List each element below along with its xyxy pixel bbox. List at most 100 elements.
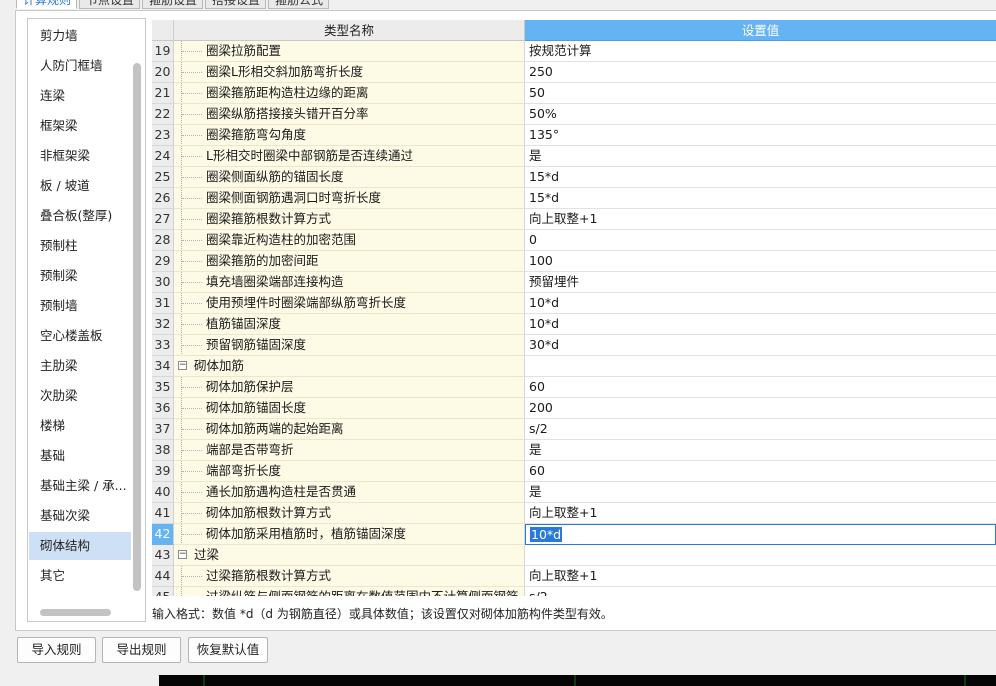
import-rules-button[interactable]: 导入规则 xyxy=(17,637,96,663)
table-row[interactable]: 44 过梁箍筋根数计算方式 向上取整+1 xyxy=(152,566,996,587)
sidebar-vertical-scrollbar[interactable] xyxy=(133,63,141,591)
collapse-toggle-icon[interactable]: − xyxy=(178,361,187,370)
table-row[interactable]: 25 圈梁侧面纵筋的锚固长度 15*d xyxy=(152,167,996,188)
sidebar-item[interactable]: 基础主梁 / 承... xyxy=(29,472,131,500)
setting-value-cell[interactable] xyxy=(525,356,996,377)
table-row[interactable]: 20 圈梁L形相交斜加筋弯折长度 250 xyxy=(152,62,996,83)
setting-value-cell[interactable]: s/2 xyxy=(525,419,996,440)
table-row[interactable]: 38 端部是否带弯折 是 xyxy=(152,440,996,461)
table-row[interactable]: 42 砌体加筋采用植筋时，植筋锚固深度 10*d xyxy=(152,524,996,545)
table-row[interactable]: 23 圈梁箍筋弯勾角度 135° xyxy=(152,125,996,146)
setting-value-cell[interactable]: 200 xyxy=(525,398,996,419)
table-row[interactable]: 33 预留钢筋锚固深度 30*d xyxy=(152,335,996,356)
sidebar-item[interactable]: 连梁 xyxy=(29,82,131,110)
column-header-type-name[interactable]: 类型名称 xyxy=(174,20,525,41)
setting-value-cell[interactable]: 向上取整+1 xyxy=(525,566,996,587)
setting-name-label: 圈梁箍筋距构造柱边缘的距离 xyxy=(206,85,369,100)
table-row[interactable]: 22 圈梁纵筋搭接接头错开百分率 50% xyxy=(152,104,996,125)
setting-value-cell[interactable]: 按规范计算 xyxy=(525,41,996,62)
table-row[interactable]: 32 植筋锚固深度 10*d xyxy=(152,314,996,335)
setting-value-cell[interactable]: 30*d xyxy=(525,335,996,356)
sidebar-item[interactable]: 板 / 坡道 xyxy=(29,172,131,200)
table-row[interactable]: 28 圈梁靠近构造柱的加密范围 0 xyxy=(152,230,996,251)
sidebar-item[interactable]: 非框架梁 xyxy=(29,142,131,170)
tree-guide-line xyxy=(182,387,202,388)
setting-name-label: 过梁箍筋根数计算方式 xyxy=(206,568,332,583)
setting-value-cell[interactable]: 向上取整+1 xyxy=(525,503,996,524)
setting-value-cell[interactable]: 10*d xyxy=(525,524,996,545)
setting-value-cell[interactable]: 预留埋件 xyxy=(525,272,996,293)
selected-value-text[interactable]: 10*d xyxy=(530,527,563,542)
tab-stirrup-settings[interactable]: 箍筋设置 xyxy=(142,0,203,9)
setting-value-cell[interactable]: 10*d xyxy=(525,314,996,335)
setting-value-cell[interactable]: 135° xyxy=(525,125,996,146)
setting-name-cell: 使用预埋件时圈梁端部纵筋弯折长度 xyxy=(174,293,525,314)
table-row[interactable]: 26 圈梁侧面钢筋遇洞口时弯折长度 15*d xyxy=(152,188,996,209)
table-row[interactable]: 45 过梁纵筋与侧面钢筋的距离在数值范围内不计算侧面钢筋 s/2 xyxy=(152,587,996,596)
tree-guide-line xyxy=(182,576,202,577)
sidebar-item[interactable]: 砌体结构 xyxy=(29,532,131,560)
group-row[interactable]: 34− 砌体加筋 xyxy=(152,356,996,377)
setting-name-label: 通长加筋遇构造柱是否贯通 xyxy=(206,484,357,499)
setting-value-cell[interactable]: 是 xyxy=(525,146,996,167)
table-row[interactable]: 36 砌体加筋锚固长度 200 xyxy=(152,398,996,419)
sidebar-item[interactable]: 预制墙 xyxy=(29,292,131,320)
row-number: 23 xyxy=(152,125,174,146)
table-row[interactable]: 21 圈梁箍筋距构造柱边缘的距离 50 xyxy=(152,83,996,104)
table-row[interactable]: 40 通长加筋遇构造柱是否贯通 是 xyxy=(152,482,996,503)
group-row[interactable]: 43− 过梁 xyxy=(152,545,996,566)
sidebar-item[interactable]: 其它 xyxy=(29,562,131,590)
setting-value-cell[interactable] xyxy=(525,545,996,566)
table-row[interactable]: 29 圈梁箍筋的加密间距 100 xyxy=(152,251,996,272)
setting-name-label: 砌体加筋两端的起始距离 xyxy=(206,421,344,436)
collapse-toggle-icon[interactable]: − xyxy=(178,550,187,559)
tab-calc-rules[interactable]: 计算规则 xyxy=(16,0,77,9)
table-row[interactable]: 37 砌体加筋两端的起始距离 s/2 xyxy=(152,419,996,440)
column-header-setting-value[interactable]: 设置值 xyxy=(525,20,996,41)
tab-node-settings[interactable]: 节点设置 xyxy=(79,0,140,9)
row-number: 42 xyxy=(152,524,174,545)
table-row[interactable]: 31 使用预埋件时圈梁端部纵筋弯折长度 10*d xyxy=(152,293,996,314)
setting-value-cell[interactable]: 50 xyxy=(525,83,996,104)
sidebar-item[interactable]: 预制梁 xyxy=(29,262,131,290)
sidebar-horizontal-scrollbar[interactable] xyxy=(40,609,111,616)
setting-value-cell[interactable]: 60 xyxy=(525,461,996,482)
sidebar-item[interactable]: 次肋梁 xyxy=(29,382,131,410)
table-row[interactable]: 39 端部弯折长度 60 xyxy=(152,461,996,482)
table-row[interactable]: 27 圈梁箍筋根数计算方式 向上取整+1 xyxy=(152,209,996,230)
restore-defaults-button[interactable]: 恢复默认值 xyxy=(188,637,268,663)
sidebar-item[interactable]: 叠合板(整厚) xyxy=(29,202,131,230)
sidebar-item[interactable]: 空心楼盖板 xyxy=(29,322,131,350)
setting-value-cell[interactable]: 250 xyxy=(525,62,996,83)
component-type-list[interactable]: 剪力墙 人防门框墙 连梁 框架梁 非框架梁板 / 坡道 叠合板(整厚) 预制柱 预制梁 预制墙空… xyxy=(27,18,146,622)
setting-name-label: 砌体加筋根数计算方式 xyxy=(206,505,332,520)
table-row[interactable]: 41 砌体加筋根数计算方式 向上取整+1 xyxy=(152,503,996,524)
setting-value-cell[interactable]: s/2 xyxy=(525,587,996,596)
table-row[interactable]: 19 圈梁拉筋配置 按规范计算 xyxy=(152,41,996,62)
sidebar-item[interactable]: 人防门框墙 xyxy=(29,52,131,80)
setting-value-cell[interactable]: 15*d xyxy=(525,167,996,188)
sidebar-item[interactable]: 基础 xyxy=(29,442,131,470)
sidebar-item[interactable]: 主肋梁 xyxy=(29,352,131,380)
table-row[interactable]: 35 砌体加筋保护层 60 xyxy=(152,377,996,398)
sidebar-item[interactable]: 基础次梁 xyxy=(29,502,131,530)
sidebar-item[interactable]: 剪力墙 xyxy=(29,22,131,50)
setting-value-cell[interactable]: 0 xyxy=(525,230,996,251)
setting-value-cell[interactable]: 是 xyxy=(525,482,996,503)
tab-stirrup-formula[interactable]: 箍筋公式 xyxy=(268,0,329,9)
canvas-grid-line xyxy=(203,675,205,686)
sidebar-item[interactable]: 框架梁 xyxy=(29,112,131,140)
table-row[interactable]: 30 填充墙圈梁端部连接构造 预留埋件 xyxy=(152,272,996,293)
setting-value-cell[interactable]: 是 xyxy=(525,440,996,461)
setting-value-cell[interactable]: 60 xyxy=(525,377,996,398)
setting-value-cell[interactable]: 向上取整+1 xyxy=(525,209,996,230)
setting-value-cell[interactable]: 15*d xyxy=(525,188,996,209)
table-row[interactable]: 24 L形相交时圈梁中部钢筋是否连续通过 是 xyxy=(152,146,996,167)
export-rules-button[interactable]: 导出规则 xyxy=(102,637,181,663)
sidebar-item[interactable]: 预制柱 xyxy=(29,232,131,260)
setting-value-cell[interactable]: 50% xyxy=(525,104,996,125)
setting-value-cell[interactable]: 100 xyxy=(525,251,996,272)
sidebar-item[interactable]: 楼梯 xyxy=(29,412,131,440)
setting-value-cell[interactable]: 10*d xyxy=(525,293,996,314)
tab-lap-settings[interactable]: 搭接设置 xyxy=(205,0,266,9)
